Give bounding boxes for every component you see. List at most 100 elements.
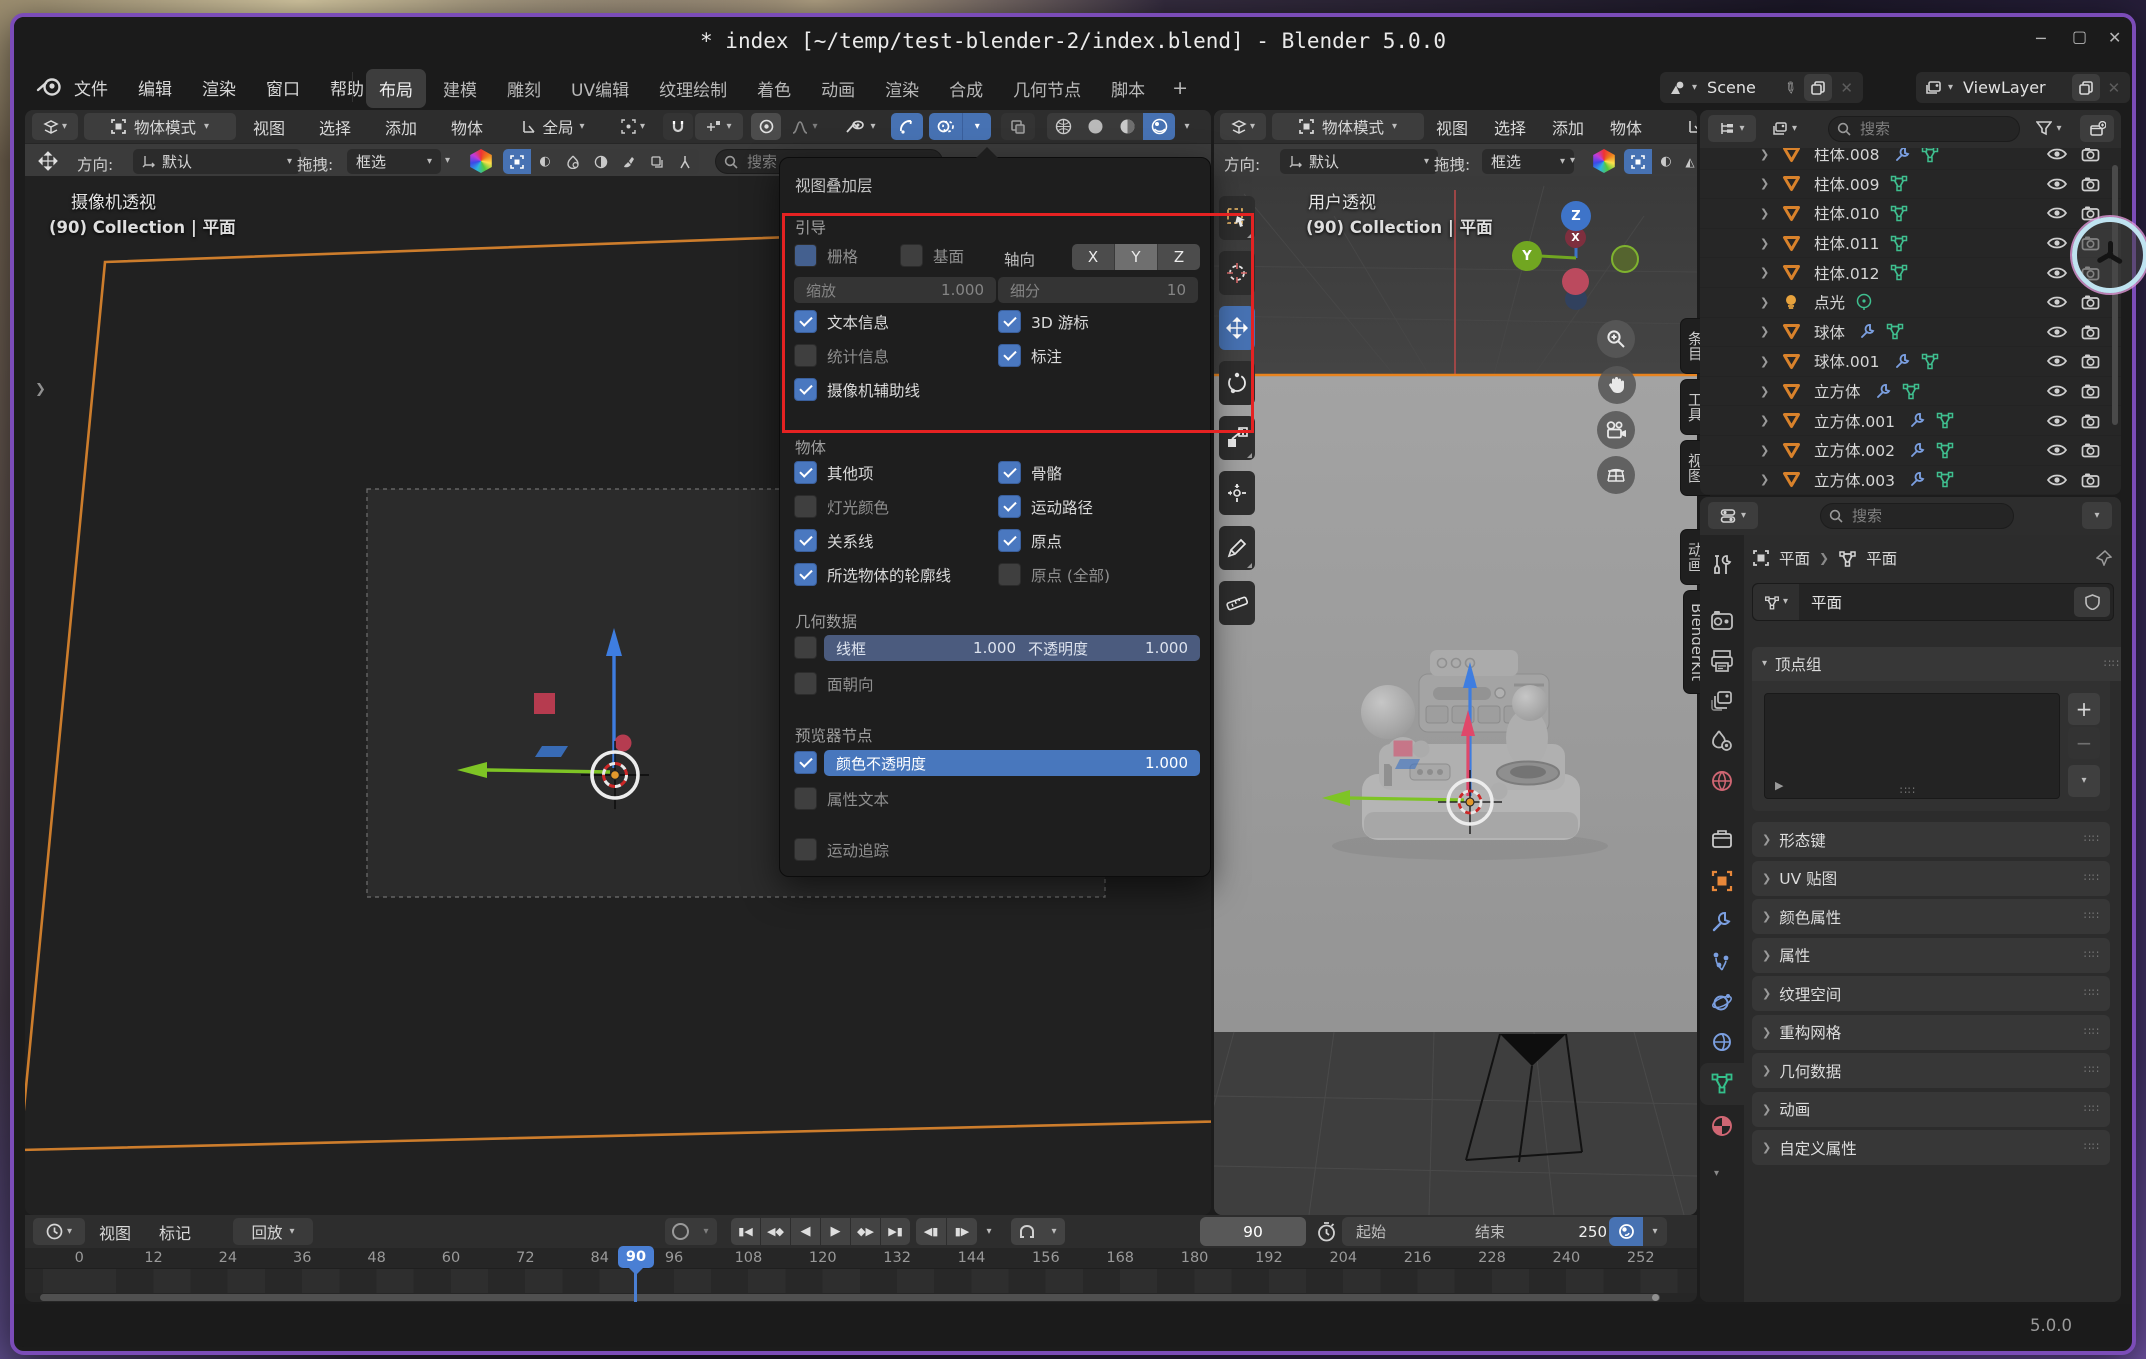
- select-mode-extend-button[interactable]: ◐: [1652, 149, 1680, 174]
- outliner-row[interactable]: ❯ 柱体.011: [1700, 229, 2121, 259]
- shading-dropdown[interactable]: ▾: [1175, 113, 1199, 140]
- active-tool-icon[interactable]: [33, 148, 63, 174]
- outliner-row[interactable]: ❯ 立方体.001: [1700, 406, 2121, 436]
- select-mode-subtract-button[interactable]: [559, 149, 587, 174]
- motion-paths-checkbox[interactable]: [998, 495, 1021, 518]
- transform-orientation-selector[interactable]: 全局▾: [503, 113, 603, 140]
- workspace-tab[interactable]: 渲染: [872, 69, 932, 108]
- tab-physics[interactable]: [1710, 990, 1734, 1014]
- hide-eye-icon[interactable]: [2047, 177, 2081, 191]
- editor-type-button[interactable]: ▾: [1220, 113, 1266, 140]
- mode-selector[interactable]: 物体模式▾: [84, 113, 236, 140]
- transform-orientation-selector[interactable]: [1674, 113, 1697, 140]
- hide-eye-icon[interactable]: [2047, 295, 2081, 309]
- panel-vertex-groups-header[interactable]: ▾ 顶点组 ∷∷: [1752, 647, 2121, 681]
- hide-eye-icon[interactable]: [2047, 384, 2081, 398]
- viewport-menu-item[interactable]: 视图: [253, 115, 285, 139]
- object-name[interactable]: 立方体: [1814, 380, 1861, 402]
- shading-wireframe-button[interactable]: [1047, 113, 1079, 140]
- object-name[interactable]: 柱体.010: [1814, 202, 1880, 224]
- axis-y-ball[interactable]: Y: [1512, 241, 1542, 271]
- close-button[interactable]: ✕: [2108, 28, 2121, 47]
- select-mode-lasso-button[interactable]: [671, 149, 699, 174]
- editor-type-button[interactable]: ▾: [32, 113, 78, 140]
- bones-checkbox[interactable]: [998, 461, 1021, 484]
- visibility-dropdown[interactable]: ▾: [837, 113, 885, 140]
- properties-panel-header[interactable]: ❯ 形态键 ∷∷: [1752, 822, 2110, 857]
- proportional-falloff-selector[interactable]: ▾: [783, 113, 827, 140]
- hide-eye-icon[interactable]: [2047, 325, 2081, 339]
- id-type-selector[interactable]: ▾: [1753, 584, 1799, 620]
- panel-grip[interactable]: ∷∷: [2084, 913, 2100, 919]
- workspace-tab[interactable]: 合成: [936, 69, 996, 108]
- timeline-menu-item[interactable]: 视图: [99, 1220, 131, 1244]
- outliner-row[interactable]: ❯ 立方体.002: [1700, 436, 2121, 466]
- panel-grip[interactable]: ∷∷: [2084, 952, 2100, 958]
- hide-eye-icon[interactable]: [2047, 354, 2081, 368]
- select-mode-extend-button[interactable]: ◐: [531, 149, 559, 174]
- outliner-row[interactable]: ❯ 柱体.010: [1700, 199, 2121, 229]
- hide-eye-icon[interactable]: [2047, 206, 2081, 220]
- viewport-menu-item[interactable]: 物体: [451, 115, 483, 139]
- select-mode-stack-button[interactable]: [643, 149, 671, 174]
- object-name[interactable]: 球体.001: [1814, 350, 1880, 372]
- select-mode-invert-button[interactable]: [587, 149, 615, 174]
- scene-unlink-button[interactable]: ✕: [1832, 79, 1861, 97]
- timeline-track-area[interactable]: [25, 1268, 1697, 1293]
- outliner-scrollbar[interactable]: [2112, 165, 2118, 425]
- properties-search[interactable]: [1820, 503, 2014, 529]
- breadcrumb-data-name[interactable]: 平面: [1866, 547, 1897, 569]
- outliner-search-input[interactable]: [1858, 119, 2011, 139]
- blender-logo-icon[interactable]: [36, 74, 64, 98]
- expand-chevron-icon[interactable]: ❯: [1760, 207, 1782, 220]
- vertex-group-add-button[interactable]: +: [2068, 693, 2100, 725]
- shading-solid-button[interactable]: [1079, 113, 1111, 140]
- properties-panel-header[interactable]: ❯ 动画 ∷∷: [1752, 1092, 2110, 1127]
- viewlayer-copy-button[interactable]: [2072, 74, 2100, 101]
- timeline-menu-item[interactable]: 标记: [159, 1220, 191, 1244]
- origins-all-checkbox[interactable]: [998, 563, 1021, 586]
- color-opacity-slider[interactable]: 颜色不透明度1.000: [824, 750, 1200, 776]
- expand-chevron-icon[interactable]: ❯: [1760, 148, 1782, 161]
- outliner-row[interactable]: ❯ 球体.001: [1700, 347, 2121, 377]
- autokey-toggle[interactable]: [665, 1218, 695, 1245]
- object-name[interactable]: 立方体.003: [1814, 469, 1895, 491]
- loop-options-dropdown[interactable]: ▾: [1043, 1218, 1065, 1245]
- gizmos-toggle[interactable]: [891, 113, 923, 140]
- properties-panel-header[interactable]: ❯ 几何数据 ∷∷: [1752, 1053, 2110, 1088]
- add-workspace-button[interactable]: +: [1162, 77, 1198, 99]
- outliner-display-mode[interactable]: ▾: [1708, 115, 1756, 142]
- properties-panel-header[interactable]: ❯ 自定义属性 ∷∷: [1752, 1130, 2110, 1165]
- panel-grip[interactable]: ∷∷: [2084, 875, 2100, 881]
- shading-material-button[interactable]: [1111, 113, 1143, 140]
- tool-settings-expand[interactable]: ▾: [1570, 156, 1575, 166]
- camera-view-button[interactable]: [1597, 411, 1635, 449]
- topbar-menu-item[interactable]: 编辑: [138, 75, 172, 100]
- tab-output[interactable]: [1710, 649, 1734, 673]
- object-name[interactable]: 柱体.011: [1814, 232, 1880, 254]
- expand-chevron-icon[interactable]: ❯: [1760, 385, 1782, 398]
- workspace-tab[interactable]: 几何节点: [1000, 69, 1094, 108]
- properties-panel-header[interactable]: ❯ UV 贴图 ∷∷: [1752, 861, 2110, 896]
- step-forward-button[interactable]: ▮▶: [947, 1218, 977, 1245]
- tab-object-data[interactable]: [1710, 1072, 1734, 1095]
- maximize-button[interactable]: ▢: [2072, 27, 2087, 46]
- tab-particles[interactable]: [1710, 950, 1734, 974]
- workspace-tab[interactable]: 动画: [808, 69, 868, 108]
- object-name[interactable]: 柱体.009: [1814, 173, 1880, 195]
- render-camera-icon[interactable]: [2081, 146, 2121, 162]
- step-back-button[interactable]: ◀▮: [916, 1218, 946, 1245]
- object-name[interactable]: 柱体.012: [1814, 262, 1880, 284]
- object-name[interactable]: 立方体.002: [1814, 439, 1895, 461]
- topbar-menu-item[interactable]: 窗口: [266, 75, 300, 100]
- tool-transform[interactable]: [1219, 471, 1255, 515]
- topbar-menu-item[interactable]: 文件: [74, 75, 108, 100]
- tool-annotate[interactable]: [1219, 526, 1255, 570]
- timeline-editor-type[interactable]: ▾: [33, 1218, 85, 1245]
- play-reverse-button[interactable]: ◀: [791, 1218, 820, 1245]
- expand-chevron-icon[interactable]: ❯: [1760, 473, 1782, 486]
- panel-grip[interactable]: ∷∷: [2084, 1144, 2100, 1150]
- vertex-group-specials-button[interactable]: ▾: [2068, 765, 2100, 797]
- expand-chevron-icon[interactable]: ❯: [1760, 237, 1782, 250]
- current-frame-field[interactable]: 90: [1200, 1217, 1306, 1246]
